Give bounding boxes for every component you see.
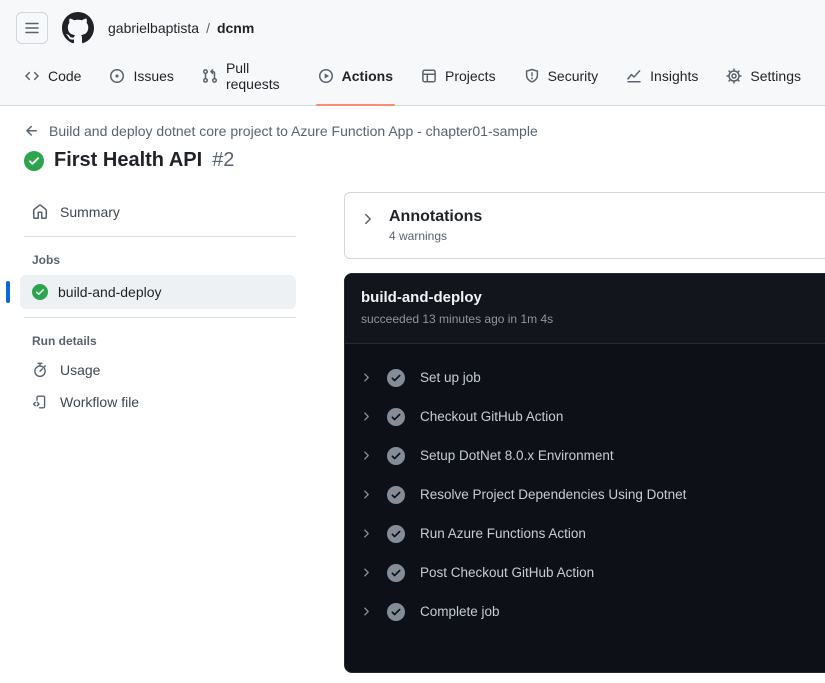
sidebar-item-label: Workflow file [60,394,140,410]
play-circle-icon [318,69,333,83]
sidebar-job-build-and-deploy[interactable]: build-and-deploy [20,275,296,309]
tab-label: Pull requests [225,60,280,92]
tab-pull-requests[interactable]: Pull requests [192,50,300,105]
chevron-right-icon [364,568,369,577]
chevron-right-icon [364,412,369,421]
check-circle-icon [387,446,405,465]
gear-icon [726,68,743,84]
check-circle-icon [387,602,405,621]
check-circle-icon [387,524,405,543]
annotations-text: Annotations 4 warnings [389,208,482,243]
arrow-left-icon [26,125,37,136]
chevron-right-icon [364,373,369,382]
tab-label: Settings [750,68,801,84]
check-circle-icon [387,563,405,582]
app-header: gabrielbaptista / dcnm Code Issues Pull … [0,0,825,106]
check-circle-icon [24,150,44,171]
hamburger-icon [25,22,39,34]
table-icon [422,69,436,83]
breadcrumb-owner-link[interactable]: gabrielbaptista [108,20,199,36]
step-row-setup-dotnet[interactable]: Setup DotNet 8.0.x Environment [361,436,825,475]
tab-label: Code [48,68,82,84]
tab-insights[interactable]: Insights [616,50,708,105]
breadcrumb: gabrielbaptista / dcnm [108,20,254,36]
step-label: Post Checkout GitHub Action [420,565,595,580]
shield-icon [525,68,538,83]
check-circle-icon [387,407,405,426]
sidebar-item-summary[interactable]: Summary [24,196,296,228]
workflow-file-icon [32,395,46,409]
tab-label: Security [547,68,599,84]
step-row-run-azure-functions[interactable]: Run Azure Functions Action [361,514,825,553]
step-row-checkout[interactable]: Checkout GitHub Action [361,397,825,436]
tab-code[interactable]: Code [14,50,91,105]
sidebar-item-label: Usage [60,362,101,378]
tab-issues[interactable]: Issues [99,50,183,105]
check-circle-icon [387,485,405,504]
github-octocat-icon[interactable] [62,12,94,44]
sidebar-item-label: Summary [60,204,120,220]
step-label: Complete job [420,604,500,619]
tab-label: Actions [341,68,393,84]
step-label: Resolve Project Dependencies Using Dotne… [420,487,687,502]
tab-settings[interactable]: Settings [716,50,811,105]
annotations-title: Annotations [389,208,483,225]
run-main: Annotations 4 warnings build-and-deploy … [344,192,825,673]
run-header: Build and deploy dotnet core project to … [0,106,825,178]
issue-opened-icon [110,69,125,83]
breadcrumb-separator: / [206,20,210,36]
step-label: Run Azure Functions Action [420,526,586,541]
chevron-right-icon [364,607,369,616]
repo-nav: Code Issues Pull requests Actions Projec… [0,50,825,106]
graph-icon [627,70,641,83]
step-label: Set up job [420,370,481,385]
home-icon [33,204,47,219]
run-details-section-label: Run details [32,334,97,348]
sidebar-item-workflow-file[interactable]: Workflow file [24,386,296,418]
chevron-right-icon [364,490,369,499]
workflow-back-link[interactable]: Build and deploy dotnet core project to … [24,123,801,139]
stopwatch-icon [34,362,46,378]
job-log-title: build-and-deploy [361,289,482,306]
annotations-card: Annotations 4 warnings [344,192,825,259]
run-number: #2 [212,149,235,171]
job-name: build-and-deploy [58,284,162,300]
git-pull-request-icon [202,69,217,83]
job-log-header: build-and-deploy succeeded 13 minutes ag… [345,274,825,344]
breadcrumb-repo-link[interactable]: dcnm [217,20,254,36]
tab-security[interactable]: Security [514,50,609,105]
global-bar: gabrielbaptista / dcnm [0,0,825,50]
job-log-panel: build-and-deploy succeeded 13 minutes ag… [344,273,825,673]
tab-projects[interactable]: Projects [411,50,506,105]
job-steps-list: Set up job Checkout GitHub Action Setup … [345,344,825,659]
tab-label: Projects [445,68,496,84]
run-sidebar: Summary Jobs build-and-deploy Run detail… [20,192,296,673]
run-title: First Health API [54,149,203,171]
step-row-set-up-job[interactable]: Set up job [361,358,825,397]
step-row-post-checkout[interactable]: Post Checkout GitHub Action [361,553,825,592]
sidebar-divider [24,317,296,318]
step-row-complete-job[interactable]: Complete job [361,592,825,631]
annotations-warning-count: 4 warnings [389,229,448,243]
hamburger-menu-button[interactable] [16,12,48,44]
job-log-status: succeeded 13 minutes ago in 1m 4s [361,312,554,326]
workflow-name: Build and deploy dotnet core project to … [49,123,538,139]
tab-label: Issues [133,68,174,84]
check-circle-icon [32,284,48,300]
check-circle-icon [387,368,405,387]
jobs-section-label: Jobs [32,253,61,267]
chevron-right-icon [364,451,369,460]
run-title-row: First Health API #2 [24,149,801,172]
step-row-resolve-dependencies[interactable]: Resolve Project Dependencies Using Dotne… [361,475,825,514]
sidebar-divider [24,236,296,237]
tab-label: Insights [650,68,699,84]
chevron-right-icon [364,529,369,538]
chevron-right-icon[interactable] [361,212,375,226]
step-label: Checkout GitHub Action [420,409,564,424]
sidebar-item-usage[interactable]: Usage [24,354,296,386]
step-label: Setup DotNet 8.0.x Environment [420,448,614,463]
content-area: Summary Jobs build-and-deploy Run detail… [0,178,825,673]
tab-actions[interactable]: Actions [308,50,403,106]
code-icon [25,71,39,81]
